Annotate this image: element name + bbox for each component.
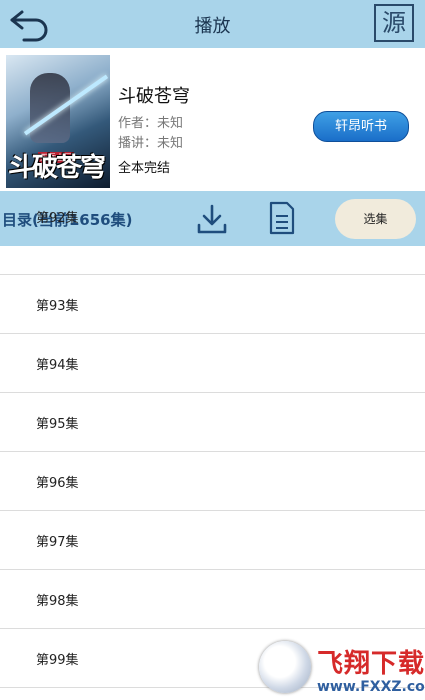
book-narrator: 播讲：未知 (118, 136, 184, 151)
book-info-panel: 天蚕土豆 斗破苍穹 斗破苍穹 作者：未知 播讲：未知 全本完结 轩昂听书 (0, 48, 425, 191)
watermark-text: 飞翔下载 (317, 649, 425, 679)
episode-row[interactable]: 第93集 (0, 275, 425, 334)
episode-row[interactable]: 第94集 (0, 334, 425, 393)
episode-label: 第95集 (36, 417, 79, 432)
watermark-url: www.FXXZ.com (317, 679, 425, 695)
book-status: 全本完结 (118, 161, 171, 176)
source-button[interactable]: 源 (374, 4, 414, 42)
listen-button[interactable]: 轩昂听书 (313, 111, 409, 142)
watermark-logo-icon (259, 641, 311, 693)
episode-row[interactable]: 第97集 (0, 511, 425, 570)
book-author: 作者：未知 (118, 116, 184, 131)
episode-row[interactable]: 第98集 (0, 570, 425, 629)
episode-row[interactable]: 第96集 (0, 452, 425, 511)
cover-title: 斗破苍穹 (8, 153, 106, 183)
page-title: 播放 (194, 16, 231, 37)
watermark: 飞翔下载 www.FXXZ.com (259, 637, 425, 700)
episode-row[interactable]: 第92集 (0, 211, 425, 275)
episode-label: 第98集 (36, 594, 79, 609)
top-bar: 播放 源 (0, 0, 425, 48)
episode-label: 第96集 (36, 476, 79, 491)
book-title: 斗破苍穹 (118, 86, 190, 107)
episode-label: 第99集 (36, 653, 79, 668)
book-cover[interactable]: 天蚕土豆 斗破苍穹 (6, 55, 110, 188)
episode-label: 第94集 (36, 358, 79, 373)
episode-row[interactable]: 第95集 (0, 393, 425, 452)
episode-label: 第97集 (36, 535, 79, 550)
episode-label: 第93集 (36, 299, 79, 314)
episode-label: 第92集 (36, 211, 79, 226)
